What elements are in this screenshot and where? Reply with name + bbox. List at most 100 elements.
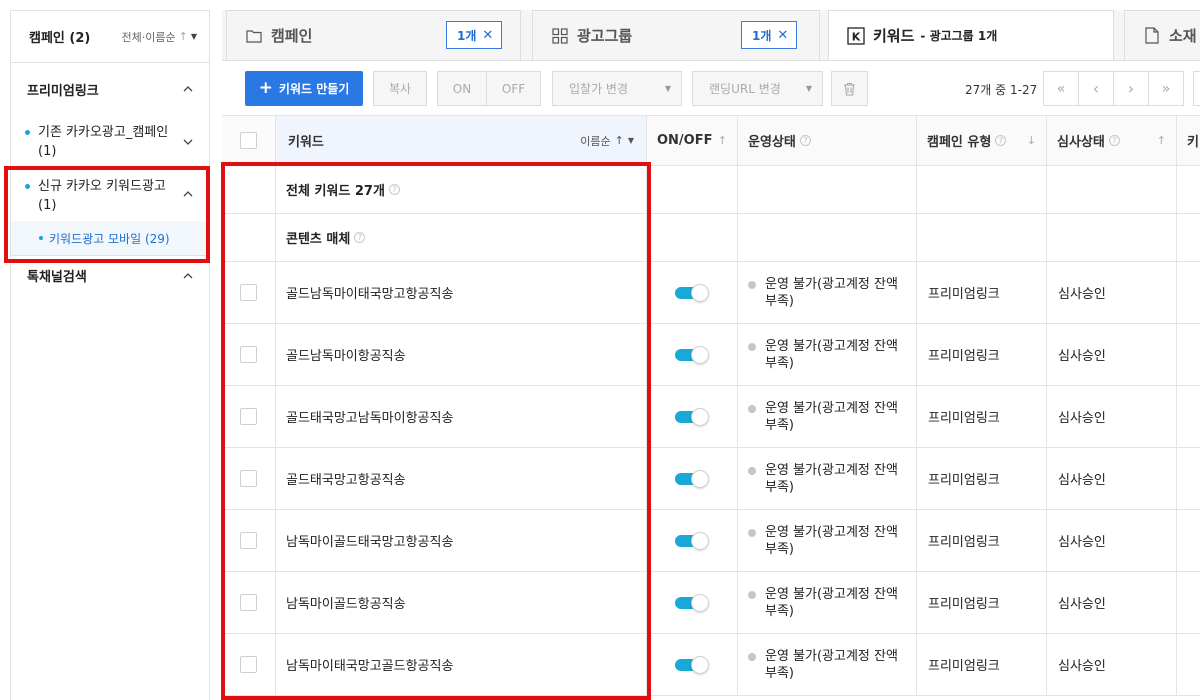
keyword-cell: 남독마이골드항공직송 — [286, 572, 636, 633]
onoff-toggle[interactable] — [675, 407, 709, 426]
header-onoff-label: ON/OFF — [657, 133, 713, 148]
sidebar-section-talk-channel[interactable]: 톡채널검색 — [11, 255, 209, 295]
prev-page-button[interactable]: ‹ — [1078, 71, 1114, 106]
tab-creative[interactable]: 소재 — [1124, 10, 1200, 60]
review-status-cell: 심사승인 — [1058, 634, 1173, 695]
tab-keyword[interactable]: K 키워드 - 광고그룹 1개 — [828, 10, 1114, 60]
row-select-cell — [222, 386, 275, 447]
close-icon[interactable]: ✕ — [777, 28, 788, 43]
table-row[interactable]: 골드남독마이항공직송 운영 불가(광고계정 잔액 부족) 프리미엄링크 심사승인 — [222, 324, 1200, 386]
header-status[interactable]: 운영상태 ? — [738, 116, 916, 165]
help-icon[interactable]: ? — [1108, 135, 1120, 146]
close-icon[interactable]: ✕ — [482, 28, 493, 43]
review-status-text: 심사승인 — [1058, 597, 1106, 612]
sort-down-icon[interactable]: ↓ — [1027, 134, 1036, 147]
status-dot-icon — [748, 652, 756, 661]
status-cell: 운영 불가(광고계정 잔액 부족) — [748, 634, 913, 695]
landing-url-change-dropdown[interactable]: 랜딩URL 변경 ▼ — [692, 71, 823, 106]
row-checkbox[interactable] — [240, 346, 257, 363]
chevron-down-icon[interactable] — [183, 137, 193, 147]
row-checkbox[interactable] — [240, 408, 257, 425]
sort-up-icon[interactable]: ↑ — [718, 134, 727, 147]
row-checkbox[interactable] — [240, 470, 257, 487]
review-status-cell: 심사승인 — [1058, 324, 1173, 385]
chevron-up-icon[interactable] — [183, 84, 193, 94]
review-status-cell: 심사승인 — [1058, 510, 1173, 571]
folder-icon — [245, 27, 263, 45]
help-icon[interactable]: ? — [354, 232, 366, 243]
create-keyword-button[interactable]: + 키워드 만들기 — [245, 71, 363, 106]
table-row[interactable]: 남독마이골드항공직송 운영 불가(광고계정 잔액 부족) 프리미엄링크 심사승인 — [222, 572, 1200, 634]
main-panel: 캠페인 1개 ✕ 광고그룹 1개 ✕ K 키워드 - 광고그룹 1개 소재 + … — [222, 10, 1200, 700]
delete-button[interactable] — [831, 71, 868, 106]
sidebar-sort-arrow: ↑ — [178, 30, 188, 43]
bid-change-dropdown[interactable]: 입찰가 변경 ▼ — [552, 71, 682, 106]
review-status-text: 심사승인 — [1058, 473, 1106, 488]
onoff-toggle[interactable] — [675, 593, 709, 612]
on-button[interactable]: ON — [437, 71, 487, 106]
onoff-toggle[interactable] — [675, 345, 709, 364]
first-page-button[interactable]: « — [1043, 71, 1079, 106]
sidebar-section-premium-link[interactable]: 프리미엄링크 — [11, 63, 209, 115]
header-keyword-label: 키워드 — [288, 135, 324, 150]
chevron-up-icon[interactable] — [183, 189, 193, 199]
select-all-checkbox[interactable] — [240, 132, 257, 149]
tab-campaign[interactable]: 캠페인 1개 ✕ — [226, 10, 521, 60]
campaign-type-cell: 프리미엄링크 — [928, 572, 1043, 633]
table-row[interactable]: 골드남독마이태국망고항공직송 운영 불가(광고계정 잔액 부족) 프리미엄링크 심사승인 — [222, 262, 1200, 324]
sidebar-item-existing-campaign[interactable]: 기존 카카오광고_캠페인 (1) — [11, 115, 209, 173]
onoff-toggle[interactable] — [675, 655, 709, 674]
table-row[interactable]: 골드태국망고남독마이항공직송 운영 불가(광고계정 잔액 부족) 프리미엄링크 심사승인 — [222, 386, 1200, 448]
onoff-toggle[interactable] — [675, 531, 709, 550]
keyword-text: 골드태국망고항공직송 — [286, 473, 406, 488]
row-checkbox[interactable] — [240, 594, 257, 611]
table-row[interactable]: 골드태국망고항공직송 운영 불가(광고계정 잔액 부족) 프리미엄링크 심사승인 — [222, 448, 1200, 510]
more-toolbar-button[interactable] — [1193, 71, 1200, 106]
header-next-column[interactable]: 키 — [1177, 116, 1200, 165]
row-checkbox[interactable] — [240, 532, 257, 549]
keyword-sort-dropdown[interactable]: 이름순 ↑ ▼ — [580, 133, 634, 149]
adgroup-filter-chip[interactable]: 1개 ✕ — [741, 21, 798, 49]
chevron-right-icon: › — [1127, 79, 1135, 98]
copy-button[interactable]: 복사 — [373, 71, 427, 106]
status-text-line2: 부족) — [765, 541, 794, 557]
keyword-cell: 골드태국망고항공직송 — [286, 448, 636, 509]
header-keyword[interactable]: 키워드 이름순 ↑ ▼ — [276, 116, 646, 165]
status-text-line1: 운영 불가(광고계정 잔액 — [765, 586, 898, 602]
table-row[interactable]: 남독마이골드태국망고항공직송 운영 불가(광고계정 잔액 부족) 프리미엄링크 심사승인 — [222, 510, 1200, 572]
off-button[interactable]: OFF — [486, 71, 541, 106]
row-select-cell — [222, 634, 275, 695]
sidebar-item-label: 기존 카카오광고_캠페인 — [38, 125, 169, 140]
header-campaign-type[interactable]: 캠페인 유형 ? ↓ — [917, 116, 1046, 165]
help-icon[interactable]: ? — [388, 184, 400, 195]
last-page-button[interactable]: » — [1148, 71, 1184, 106]
row-select-cell — [222, 448, 275, 509]
onoff-toggle[interactable] — [675, 469, 709, 488]
row-checkbox[interactable] — [240, 656, 257, 673]
review-status-text: 심사승인 — [1058, 659, 1106, 674]
status-text-line1: 운영 불가(광고계정 잔액 — [765, 338, 898, 354]
plus-icon: + — [258, 78, 273, 98]
chevron-up-icon[interactable] — [183, 271, 193, 281]
header-review-status[interactable]: 심사상태 ? ↑ — [1047, 116, 1176, 165]
header-next-label: 키 — [1187, 135, 1199, 150]
level-tabs: 캠페인 1개 ✕ 광고그룹 1개 ✕ K 키워드 - 광고그룹 1개 소재 — [222, 10, 1200, 60]
summary-row-total: 전체 키워드 27개 ? — [222, 166, 1200, 214]
row-checkbox[interactable] — [240, 284, 257, 301]
header-onoff[interactable]: ON/OFF ↑ — [647, 116, 737, 165]
help-icon[interactable]: ? — [995, 135, 1007, 146]
sort-up-icon[interactable]: ↑ — [1157, 134, 1166, 147]
sidebar-subitem-keyword-mobile[interactable]: 키워드광고 모바일 (29) — [11, 221, 209, 255]
onoff-cell — [675, 324, 715, 385]
sidebar-item-new-keyword-campaign[interactable]: 신규 카카오 키워드광고 (1) — [11, 173, 209, 221]
tab-adgroup[interactable]: 광고그룹 1개 ✕ — [532, 10, 820, 60]
campaign-filter-chip[interactable]: 1개 ✕ — [446, 21, 503, 49]
onoff-cell — [675, 634, 715, 695]
help-icon[interactable]: ? — [799, 135, 811, 146]
status-cell: 운영 불가(광고계정 잔액 부족) — [748, 448, 913, 509]
table-row[interactable]: 남독마이태국망고골드항공직송 운영 불가(광고계정 잔액 부족) 프리미엄링크 심사승인 — [222, 634, 1200, 696]
sidebar-sort-dropdown[interactable]: 전체·이름순 ↑ ▼ — [122, 29, 197, 45]
next-page-button[interactable]: › — [1113, 71, 1149, 106]
bullet-dot-icon — [39, 236, 43, 240]
onoff-toggle[interactable] — [675, 283, 709, 302]
